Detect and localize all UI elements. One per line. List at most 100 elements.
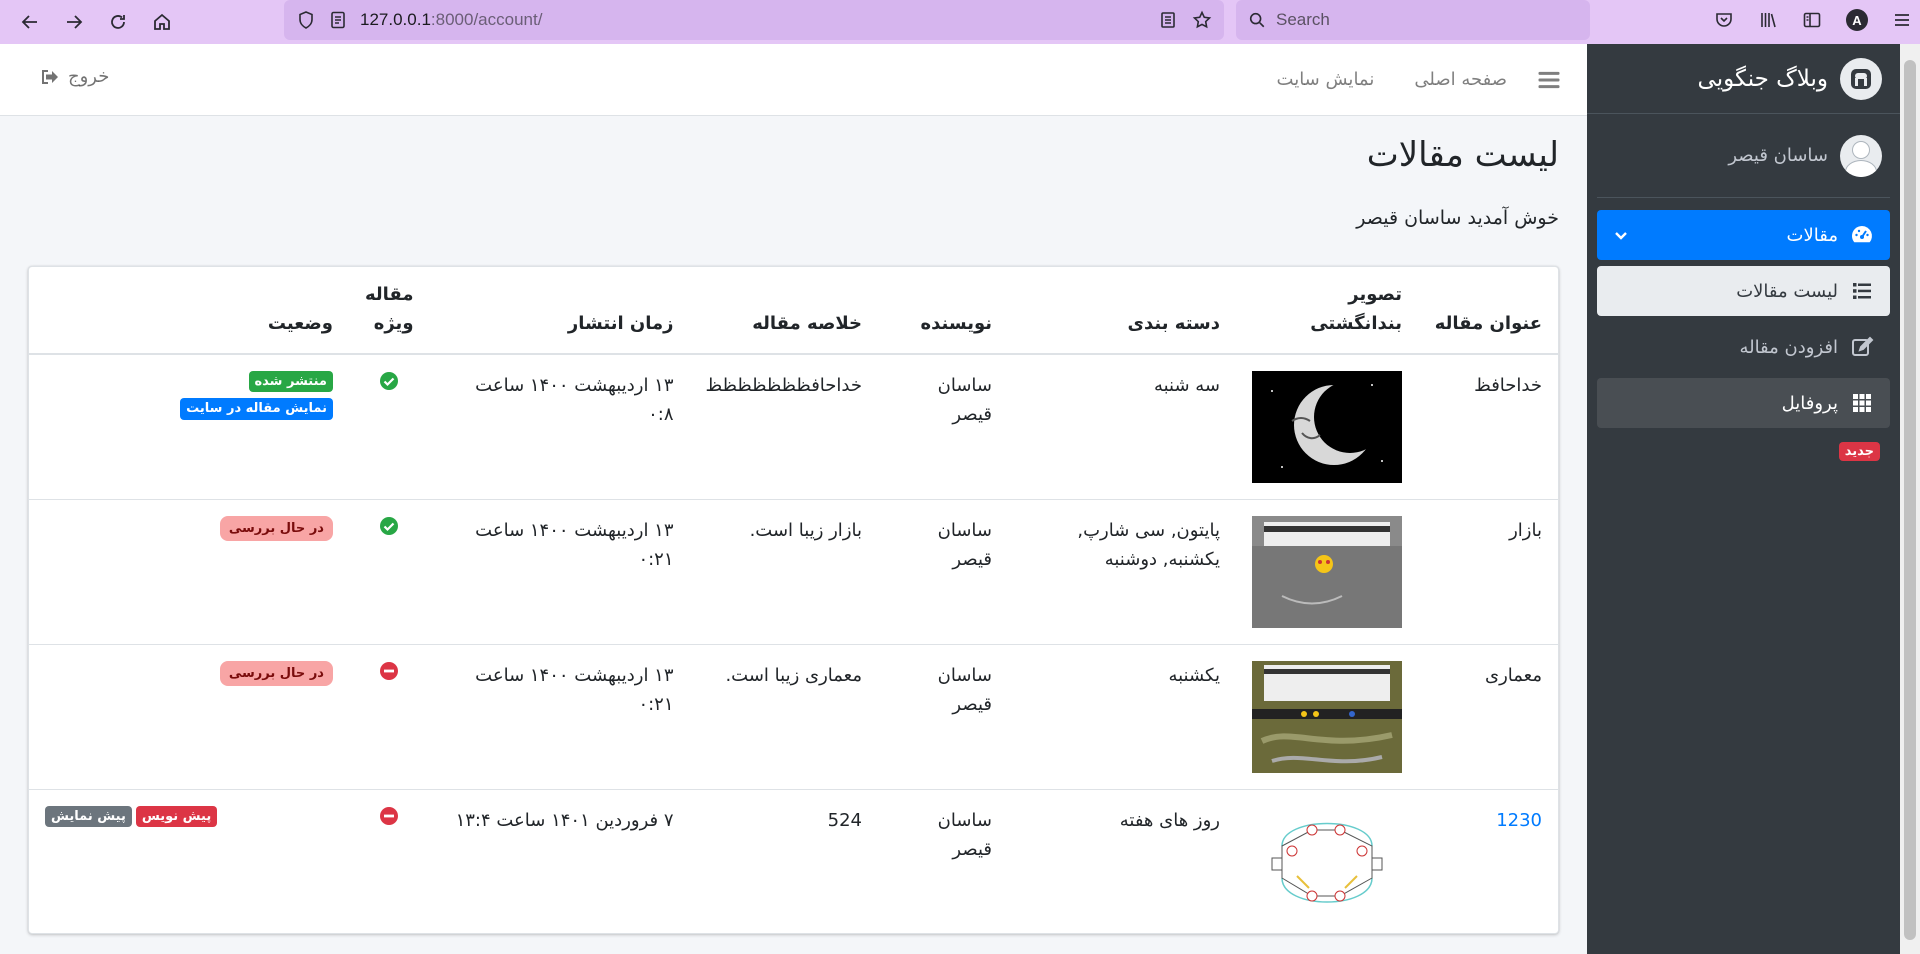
article-publish-time: ۱۳ اردیبهشت ۱۴۰۰ ساعت ۰:۲۱ bbox=[429, 498, 690, 645]
article-publish-time: ۷ فروردین ۱۴۰۱ ساعت ۱۳:۴ bbox=[429, 788, 690, 934]
url-text[interactable]: 127.0.0.1:8000/account/ bbox=[360, 10, 1158, 30]
table-row: خداحافظ سه شنبه ساسان قیصر خداحافظظظظظظظ… bbox=[29, 353, 1558, 500]
article-title[interactable]: خداحافظ bbox=[1418, 353, 1558, 500]
header-title: عنوان مقاله bbox=[1418, 267, 1558, 355]
forward-icon[interactable] bbox=[52, 0, 96, 44]
sidebar-item-label: پروفایل bbox=[1781, 392, 1838, 414]
header-author: نویسنده bbox=[878, 267, 1008, 355]
thumbnail-image bbox=[1252, 370, 1402, 483]
list-icon bbox=[1853, 283, 1871, 299]
chevron-down-icon bbox=[1615, 232, 1627, 240]
article-author: ساسان قیصر bbox=[878, 788, 1008, 934]
search-icon bbox=[1249, 12, 1265, 28]
status-badge: در حال بررسی bbox=[219, 660, 333, 687]
library-icon[interactable] bbox=[1758, 10, 1778, 30]
main-content: لیست مقالات خوش آمدید ساسان قیصر عنوان م… bbox=[0, 117, 1587, 934]
account-avatar[interactable]: A bbox=[1846, 9, 1868, 31]
page-info-icon[interactable] bbox=[328, 10, 348, 30]
welcome-message: خوش آمدید ساسان قیصر bbox=[1356, 207, 1559, 229]
view-on-site-badge[interactable]: نمایش مقاله در سایت bbox=[180, 398, 333, 420]
browser-toolbar: 127.0.0.1:8000/account/ Search A bbox=[0, 0, 1920, 44]
article-summary: خداحافظظظظظظظ bbox=[689, 353, 878, 500]
url-bar[interactable]: 127.0.0.1:8000/account/ bbox=[284, 0, 1224, 40]
sidebar-item-label: مقالات bbox=[1786, 224, 1838, 246]
header-status: وضعیت bbox=[29, 267, 349, 355]
scrollbar-thumb[interactable] bbox=[1904, 60, 1916, 940]
article-author: ساسان قیصر bbox=[878, 353, 1008, 500]
article-summary: معماری زیبا است. bbox=[689, 643, 878, 790]
top-navbar: صفحه اصلی نمایش سایت خروج bbox=[0, 44, 1587, 116]
table-row: بازار پایتون, سی شارپ, یکشنبه, دوشنبه سا… bbox=[29, 498, 1558, 645]
article-category: پایتون, سی شارپ, یکشنبه, دوشنبه bbox=[1008, 498, 1236, 645]
search-bar[interactable]: Search bbox=[1236, 0, 1590, 40]
home-icon[interactable] bbox=[140, 0, 184, 44]
scrollbar[interactable] bbox=[1900, 44, 1920, 954]
thumbnail-image bbox=[1252, 660, 1402, 773]
menu-icon[interactable] bbox=[1892, 10, 1912, 30]
sidebar: وبلاگ جنگویی ساسان قیصر مقالات لیست مقال… bbox=[1587, 44, 1900, 954]
article-category: سه شنبه bbox=[1008, 353, 1236, 500]
article-summary: بازار زیبا است. bbox=[689, 498, 878, 645]
grid-icon bbox=[1853, 394, 1871, 412]
header-special: مقاله ویژه bbox=[348, 267, 430, 355]
minus-circle-icon bbox=[380, 661, 399, 680]
table-row: معماری یکشنبه ساسان قیصر معماری زیبا است… bbox=[29, 643, 1558, 790]
shield-icon[interactable] bbox=[296, 10, 316, 30]
article-title-link[interactable]: 1230 bbox=[1496, 810, 1542, 831]
articles-table: عنوان مقاله تصویر بندانگشتی دسته بندی نو… bbox=[29, 267, 1558, 934]
sidebar-item-profile[interactable]: پروفایل bbox=[1597, 378, 1890, 428]
article-publish-time: ۱۳ اردیبهشت ۱۴۰۰ ساعت ۰:۲۱ bbox=[429, 643, 690, 790]
brand-logo-icon bbox=[1840, 57, 1882, 100]
article-category: روز های هفته bbox=[1008, 788, 1236, 934]
article-title[interactable]: معماری bbox=[1418, 643, 1558, 790]
thumbnail-image bbox=[1252, 805, 1402, 918]
reader-view-icon[interactable] bbox=[1158, 10, 1178, 30]
brand-link[interactable]: وبلاگ جنگویی bbox=[1587, 44, 1900, 114]
back-icon[interactable] bbox=[8, 0, 52, 44]
search-placeholder: Search bbox=[1276, 10, 1330, 29]
new-badge: جدید bbox=[1838, 442, 1880, 461]
nav-view-site-link[interactable]: نمایش سایت bbox=[1277, 69, 1375, 90]
header-category: دسته بندی bbox=[1008, 267, 1236, 355]
sidebar-item-label: افزودن مقاله bbox=[1739, 336, 1838, 358]
dashboard-gauge-icon bbox=[1852, 226, 1872, 243]
sidebar-item-add-article[interactable]: افزودن مقاله bbox=[1597, 322, 1890, 372]
header-thumbnail: تصویر بندانگشتی bbox=[1236, 267, 1418, 355]
header-publish-time: زمان انتشار bbox=[429, 267, 690, 355]
pocket-icon[interactable] bbox=[1714, 10, 1734, 30]
article-summary: 524 bbox=[689, 788, 878, 934]
hamburger-icon[interactable] bbox=[1535, 66, 1563, 94]
user-name: ساسان قیصر bbox=[1728, 145, 1828, 166]
articles-card: عنوان مقاله تصویر بندانگشتی دسته بندی نو… bbox=[28, 266, 1559, 934]
user-panel[interactable]: ساسان قیصر bbox=[1597, 114, 1890, 198]
sidebar-item-articles[interactable]: مقالات bbox=[1597, 210, 1890, 260]
article-category: یکشنبه bbox=[1008, 643, 1236, 790]
user-avatar bbox=[1840, 134, 1882, 177]
page-title: لیست مقالات bbox=[1366, 135, 1559, 175]
nav-home-link[interactable]: صفحه اصلی bbox=[1414, 69, 1507, 90]
brand-name: وبلاگ جنگویی bbox=[1697, 65, 1828, 92]
sidebar-menu: مقالات لیست مقالات افزودن مقاله پروفایل bbox=[1587, 198, 1900, 428]
sidebar-item-article-list[interactable]: لیست مقالات bbox=[1597, 266, 1890, 316]
article-title[interactable]: بازار bbox=[1418, 498, 1558, 645]
status-badge: منتشر شده bbox=[248, 370, 333, 393]
status-badge: پیش نویس bbox=[135, 805, 218, 828]
sign-out-icon bbox=[42, 69, 58, 84]
sidebar-item-label: لیست مقالات bbox=[1736, 280, 1838, 302]
check-circle-icon bbox=[380, 371, 399, 390]
sidebar-toggle-icon[interactable] bbox=[1802, 10, 1822, 30]
header-summary: خلاصه مقاله bbox=[689, 267, 878, 355]
bookmark-star-icon[interactable] bbox=[1192, 10, 1212, 30]
logout-button[interactable]: خروج bbox=[40, 66, 109, 87]
edit-icon bbox=[1852, 336, 1874, 356]
article-publish-time: ۱۳ اردیبهشت ۱۴۰۰ ساعت ۰:۸ bbox=[429, 353, 690, 500]
article-author: ساسان قیصر bbox=[878, 498, 1008, 645]
check-circle-icon bbox=[380, 516, 399, 535]
minus-circle-icon bbox=[380, 806, 399, 825]
status-badge: در حال بررسی bbox=[219, 515, 333, 542]
table-row: 1230 روز های هفته ساسان قیصر 524 ۷ فرورد… bbox=[29, 788, 1558, 934]
thumbnail-image bbox=[1252, 515, 1402, 628]
reload-icon[interactable] bbox=[96, 0, 140, 44]
logout-label: خروج bbox=[68, 66, 110, 87]
preview-badge[interactable]: پیش نمایش bbox=[45, 805, 132, 828]
